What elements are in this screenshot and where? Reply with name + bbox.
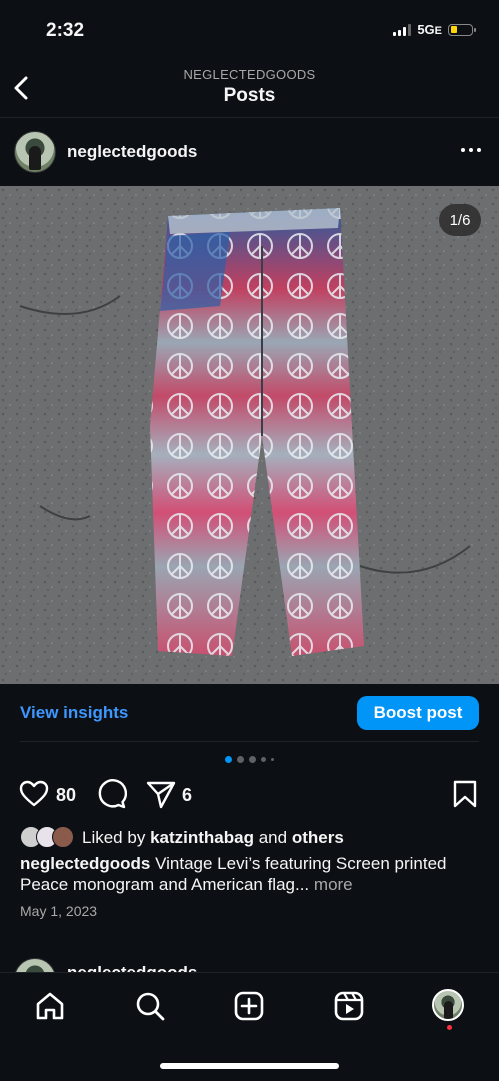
more-options-icon[interactable] [461,148,481,152]
boost-post-button[interactable]: Boost post [357,696,479,730]
carousel-dot [225,756,232,763]
status-icons: 5GE [393,22,476,37]
carousel-dot [237,756,244,763]
home-indicator [160,1063,339,1069]
carousel-dot [261,757,266,762]
share-send-icon[interactable] [145,778,177,810]
post-author-username[interactable]: neglectedgoods [67,142,197,162]
like-count[interactable]: 80 [56,785,76,806]
like-heart-icon[interactable] [18,778,50,810]
battery-icon [448,23,476,36]
profile-avatar[interactable] [432,989,464,1021]
comment-icon[interactable] [95,778,127,810]
post-photo[interactable] [0,186,499,684]
plus-square-icon[interactable] [233,990,265,1022]
status-time: 2:32 [46,20,85,41]
view-insights-link[interactable]: View insights [20,703,128,723]
header-account-name: NEGLECTEDGOODS [183,67,316,82]
header-divider [0,117,499,118]
save-bookmark-icon[interactable] [451,778,479,810]
liked-by-text[interactable]: Liked by katzinthabag and others [82,828,344,848]
carousel-dot [249,756,256,763]
carousel-dots [0,756,499,763]
post-date: May 1, 2023 [20,903,98,919]
post-caption: neglectedgoods Vintage Levi’s featuring … [20,853,480,895]
network-label: 5GE [417,22,442,37]
signal-icon [393,23,412,36]
post-author-avatar[interactable] [14,131,56,173]
page-title: Posts [223,85,276,106]
caption-username[interactable]: neglectedgoods [20,854,150,873]
notification-dot [447,1025,452,1030]
liker-avatars[interactable] [20,826,80,848]
carousel-counter: 1/6 [439,204,481,236]
liker-avatar [52,826,74,848]
insights-divider [20,741,479,742]
share-count: 6 [182,785,193,805]
search-icon[interactable] [134,990,166,1022]
reels-icon[interactable] [333,990,365,1022]
carousel-dot [271,758,274,761]
home-icon[interactable] [34,990,66,1022]
caption-more-link[interactable]: more [314,875,353,894]
